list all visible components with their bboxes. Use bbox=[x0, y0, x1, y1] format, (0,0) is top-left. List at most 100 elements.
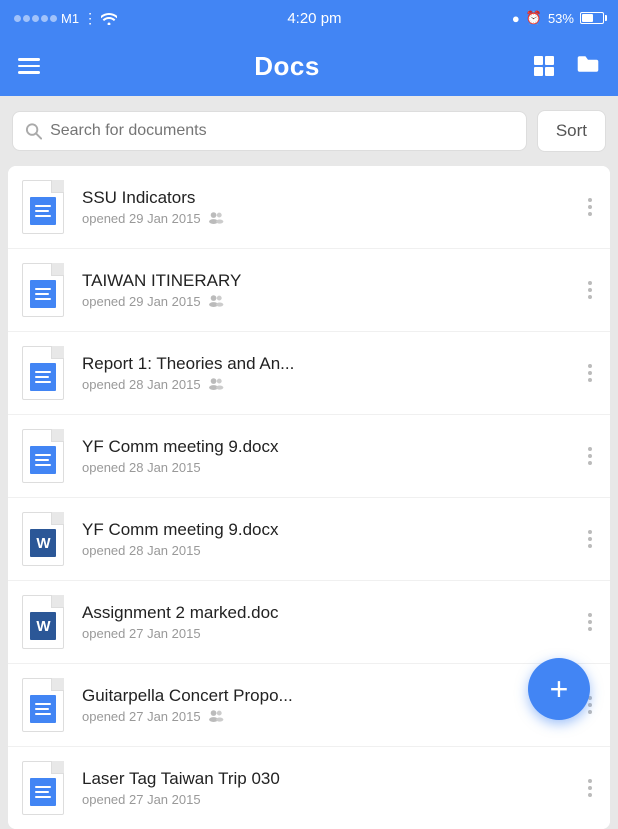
signal-dots bbox=[14, 15, 57, 22]
doc-date: opened 29 Jan 2015 bbox=[82, 294, 201, 309]
more-options-button[interactable] bbox=[584, 364, 596, 382]
doc-info: TAIWAN ITINERARY opened 29 Jan 2015 bbox=[82, 271, 570, 310]
document-list: SSU Indicators opened 29 Jan 2015 TAIWAN … bbox=[8, 166, 610, 829]
doc-meta: opened 28 Jan 2015 bbox=[82, 460, 570, 475]
doc-meta: opened 28 Jan 2015 bbox=[82, 543, 570, 558]
carrier-label: M1 bbox=[61, 11, 79, 26]
doc-date: opened 29 Jan 2015 bbox=[82, 211, 201, 226]
file-icon: W bbox=[22, 512, 68, 566]
doc-info: Assignment 2 marked.doc opened 27 Jan 201… bbox=[82, 603, 570, 641]
hamburger-line-2 bbox=[18, 65, 40, 68]
shared-icon bbox=[207, 294, 225, 310]
signal-dot-5 bbox=[50, 15, 57, 22]
gdoc-icon bbox=[30, 363, 56, 391]
doc-meta: opened 27 Jan 2015 bbox=[82, 792, 570, 807]
lock-icon: ● bbox=[512, 11, 520, 26]
doc-meta: opened 28 Jan 2015 bbox=[82, 377, 570, 393]
doc-info: YF Comm meeting 9.docx opened 28 Jan 2015 bbox=[82, 437, 570, 475]
signal-dot-3 bbox=[32, 15, 39, 22]
status-right: ● ⏰ 53% bbox=[512, 10, 604, 26]
search-input[interactable] bbox=[50, 122, 514, 140]
file-icon bbox=[22, 346, 68, 400]
more-options-button[interactable] bbox=[584, 779, 596, 797]
doc-meta: opened 29 Jan 2015 bbox=[82, 211, 570, 227]
doc-date: opened 28 Jan 2015 bbox=[82, 377, 201, 392]
doc-title: YF Comm meeting 9.docx bbox=[82, 520, 570, 540]
more-options-button[interactable] bbox=[584, 281, 596, 299]
list-item[interactable]: Laser Tag Taiwan Trip 030 opened 27 Jan 2… bbox=[8, 747, 610, 829]
list-item[interactable]: W Assignment 2 marked.doc opened 27 Jan 2… bbox=[8, 581, 610, 664]
folder-view-button[interactable] bbox=[576, 54, 600, 79]
battery-bar bbox=[580, 12, 604, 24]
doc-meta: opened 27 Jan 2015 bbox=[82, 626, 570, 641]
doc-info: Report 1: Theories and An... opened 28 Ja… bbox=[82, 354, 570, 393]
hamburger-line-3 bbox=[18, 71, 40, 74]
wifi-icon: ⋮ bbox=[83, 10, 117, 27]
status-bar: M1 ⋮ 4:20 pm ● ⏰ 53% bbox=[0, 0, 618, 36]
status-time: 4:20 pm bbox=[287, 10, 341, 27]
battery-icon bbox=[580, 12, 604, 24]
more-options-button[interactable] bbox=[584, 613, 596, 631]
folder-icon bbox=[576, 54, 600, 74]
signal-dot-4 bbox=[41, 15, 48, 22]
doc-title: YF Comm meeting 9.docx bbox=[82, 437, 570, 457]
doc-meta: opened 27 Jan 2015 bbox=[82, 709, 570, 725]
doc-title: Laser Tag Taiwan Trip 030 bbox=[82, 769, 570, 789]
file-icon bbox=[22, 761, 68, 815]
doc-title: SSU Indicators bbox=[82, 188, 570, 208]
toolbar-icons bbox=[534, 54, 600, 79]
signal-dot-1 bbox=[14, 15, 21, 22]
doc-date: opened 27 Jan 2015 bbox=[82, 626, 201, 641]
doc-date: opened 27 Jan 2015 bbox=[82, 792, 201, 807]
gdoc-icon bbox=[30, 280, 56, 308]
more-options-button[interactable] bbox=[584, 447, 596, 465]
doc-title: Guitarpella Concert Propo... bbox=[82, 686, 570, 706]
toolbar: Docs bbox=[0, 36, 618, 96]
status-left: M1 ⋮ bbox=[14, 10, 117, 27]
doc-info: YF Comm meeting 9.docx opened 28 Jan 2015 bbox=[82, 520, 570, 558]
file-icon bbox=[22, 429, 68, 483]
menu-button[interactable] bbox=[18, 58, 40, 74]
list-item[interactable]: Guitarpella Concert Propo... opened 27 Ja… bbox=[8, 664, 610, 747]
word-icon: W bbox=[30, 612, 56, 640]
doc-date: opened 28 Jan 2015 bbox=[82, 543, 201, 558]
more-options-button[interactable] bbox=[584, 198, 596, 216]
more-options-button[interactable] bbox=[584, 530, 596, 548]
gdoc-icon bbox=[30, 778, 56, 806]
alarm-icon: ⏰ bbox=[526, 10, 542, 26]
shared-icon bbox=[207, 377, 225, 393]
list-item[interactable]: TAIWAN ITINERARY opened 29 Jan 2015 bbox=[8, 249, 610, 332]
list-item[interactable]: Report 1: Theories and An... opened 28 Ja… bbox=[8, 332, 610, 415]
page-title: Docs bbox=[254, 51, 320, 82]
file-icon bbox=[22, 678, 68, 732]
list-item[interactable]: YF Comm meeting 9.docx opened 28 Jan 2015 bbox=[8, 415, 610, 498]
search-area: Sort bbox=[0, 96, 618, 166]
doc-date: opened 27 Jan 2015 bbox=[82, 709, 201, 724]
doc-date: opened 28 Jan 2015 bbox=[82, 460, 201, 475]
list-item[interactable]: W YF Comm meeting 9.docx opened 28 Jan 20… bbox=[8, 498, 610, 581]
file-icon bbox=[22, 180, 68, 234]
shared-icon bbox=[207, 211, 225, 227]
word-icon: W bbox=[30, 529, 56, 557]
gdoc-icon bbox=[30, 695, 56, 723]
file-icon bbox=[22, 263, 68, 317]
doc-info: Laser Tag Taiwan Trip 030 opened 27 Jan 2… bbox=[82, 769, 570, 807]
gdoc-icon bbox=[30, 446, 56, 474]
file-icon: W bbox=[22, 595, 68, 649]
battery-percent: 53% bbox=[548, 11, 574, 26]
shared-icon bbox=[207, 709, 225, 725]
list-item[interactable]: SSU Indicators opened 29 Jan 2015 bbox=[8, 166, 610, 249]
doc-info: SSU Indicators opened 29 Jan 2015 bbox=[82, 188, 570, 227]
search-box[interactable] bbox=[12, 111, 527, 151]
grid-icon bbox=[534, 56, 554, 76]
doc-title: Assignment 2 marked.doc bbox=[82, 603, 570, 623]
doc-title: Report 1: Theories and An... bbox=[82, 354, 570, 374]
sort-button[interactable]: Sort bbox=[537, 110, 606, 152]
add-button[interactable]: + bbox=[528, 658, 590, 720]
grid-view-button[interactable] bbox=[534, 56, 554, 76]
signal-dot-2 bbox=[23, 15, 30, 22]
hamburger-line-1 bbox=[18, 58, 40, 61]
search-icon bbox=[25, 122, 42, 140]
gdoc-icon bbox=[30, 197, 56, 225]
doc-title: TAIWAN ITINERARY bbox=[82, 271, 570, 291]
